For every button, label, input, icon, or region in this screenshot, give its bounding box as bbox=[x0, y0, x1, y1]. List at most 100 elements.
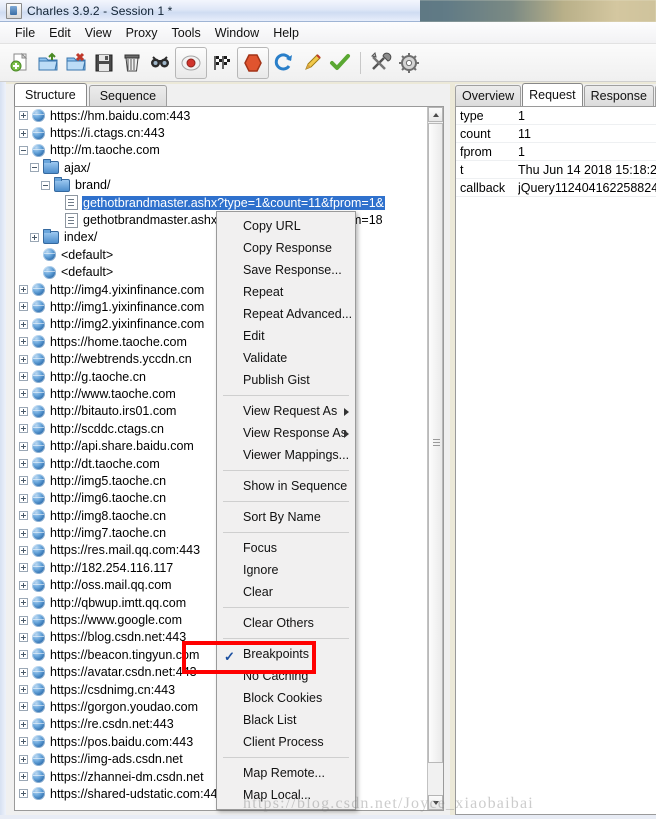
menu-view[interactable]: View bbox=[78, 24, 119, 42]
expand-icon[interactable] bbox=[19, 511, 28, 521]
host-globe-icon bbox=[32, 404, 45, 418]
menu-item-clear-others[interactable]: Clear Others bbox=[217, 612, 355, 634]
tree-node[interactable]: ajax/ bbox=[15, 159, 429, 176]
tree-node[interactable]: https://i.ctags.cn:443 bbox=[15, 124, 429, 141]
expand-icon[interactable] bbox=[19, 754, 28, 764]
menu-item-repeat[interactable]: Repeat bbox=[217, 281, 355, 303]
open-session-icon[interactable] bbox=[34, 48, 62, 78]
compose-icon[interactable] bbox=[298, 48, 326, 78]
collapse-icon[interactable] bbox=[19, 145, 28, 155]
menu-item-viewer-mappings[interactable]: Viewer Mappings... bbox=[217, 444, 355, 466]
tab-sequence[interactable]: Sequence bbox=[88, 85, 168, 106]
menu-item-sort-by-name[interactable]: Sort By Name bbox=[217, 506, 355, 528]
tab-structure[interactable]: Structure bbox=[14, 83, 87, 106]
scroll-up-arrow-icon[interactable] bbox=[428, 107, 443, 122]
menu-item-no-caching[interactable]: No Caching bbox=[217, 665, 355, 687]
clear-session-icon[interactable] bbox=[118, 48, 146, 78]
expand-icon[interactable] bbox=[19, 337, 28, 347]
expand-icon[interactable] bbox=[30, 232, 39, 242]
menu-item-black-list[interactable]: Black List bbox=[217, 709, 355, 731]
tab-overview[interactable]: Overview bbox=[455, 85, 522, 106]
collapse-icon[interactable] bbox=[30, 163, 39, 173]
menu-item-view-response-as[interactable]: View Response As bbox=[217, 422, 355, 444]
menu-item-client-process[interactable]: Client Process bbox=[217, 731, 355, 753]
scroll-thumb[interactable] bbox=[428, 123, 443, 763]
menu-item-map-local[interactable]: Map Local... bbox=[217, 784, 355, 806]
expand-icon[interactable] bbox=[19, 667, 28, 677]
settings-gear-icon[interactable] bbox=[395, 48, 423, 78]
repeat-icon[interactable] bbox=[270, 48, 298, 78]
menu-item-view-request-as[interactable]: View Request As bbox=[217, 400, 355, 422]
menu-item-block-cookies[interactable]: Block Cookies bbox=[217, 687, 355, 709]
expand-icon[interactable] bbox=[19, 493, 28, 503]
expand-icon[interactable] bbox=[19, 563, 28, 573]
expand-icon[interactable] bbox=[19, 545, 28, 555]
menu-window[interactable]: Window bbox=[208, 24, 266, 42]
expand-icon[interactable] bbox=[19, 650, 28, 660]
expand-icon[interactable] bbox=[19, 528, 28, 538]
find-icon[interactable] bbox=[146, 48, 174, 78]
expand-icon[interactable] bbox=[19, 389, 28, 399]
expand-icon[interactable] bbox=[19, 459, 28, 468]
context-menu[interactable]: Copy URL Copy Response Save Response... Rep… bbox=[216, 211, 356, 810]
expand-icon[interactable] bbox=[19, 632, 28, 642]
tree-node-label: https://www.google.com bbox=[50, 613, 183, 628]
collapse-icon[interactable] bbox=[41, 180, 50, 190]
tree-node[interactable]: http://m.taoche.com bbox=[15, 142, 429, 159]
expand-icon[interactable] bbox=[19, 772, 28, 782]
expand-icon[interactable] bbox=[19, 598, 28, 608]
menu-item-validate[interactable]: Validate bbox=[217, 347, 355, 369]
menu-item-repeat-advanced[interactable]: Repeat Advanced... bbox=[217, 303, 355, 325]
menu-file[interactable]: File bbox=[8, 24, 42, 42]
menu-item-publish-gist[interactable]: Publish Gist bbox=[217, 369, 355, 391]
expand-icon[interactable] bbox=[19, 354, 28, 364]
tree-vertical-scrollbar[interactable] bbox=[427, 107, 443, 810]
tree-node[interactable]: gethotbrandmaster.ashx?type=1&count=11&f… bbox=[15, 194, 429, 211]
expand-icon[interactable] bbox=[19, 580, 28, 590]
validate-icon[interactable] bbox=[326, 48, 354, 78]
menu-item-edit[interactable]: Edit bbox=[217, 325, 355, 347]
tree-node[interactable]: https://hm.baidu.com:443 bbox=[15, 107, 429, 124]
tools-icon[interactable] bbox=[367, 48, 395, 78]
sequence-flag-icon[interactable] bbox=[208, 48, 236, 78]
menu-tools[interactable]: Tools bbox=[165, 24, 208, 42]
expand-icon[interactable] bbox=[19, 372, 28, 382]
expand-icon[interactable] bbox=[19, 128, 28, 138]
menu-item-clear[interactable]: Clear bbox=[217, 581, 355, 603]
tree-node[interactable]: brand/ bbox=[15, 176, 429, 194]
throttle-icon[interactable] bbox=[237, 46, 269, 79]
expand-icon[interactable] bbox=[19, 737, 28, 747]
menu-item-breakpoints[interactable]: ✓ Breakpoints bbox=[217, 643, 355, 665]
tab-response[interactable]: Response bbox=[583, 85, 654, 106]
expand-icon[interactable] bbox=[19, 685, 28, 695]
menu-item-show-in-sequence[interactable]: Show in Sequence bbox=[217, 475, 355, 497]
close-session-icon[interactable] bbox=[62, 48, 90, 78]
menu-help[interactable]: Help bbox=[266, 24, 306, 42]
tab-request[interactable]: Request bbox=[522, 83, 583, 106]
expand-icon[interactable] bbox=[19, 441, 28, 451]
scroll-down-arrow-icon[interactable] bbox=[428, 795, 443, 810]
expand-icon[interactable] bbox=[19, 719, 28, 729]
menu-item-copy-url[interactable]: Copy URL bbox=[217, 215, 355, 237]
menu-item-label: Block Cookies bbox=[243, 691, 323, 705]
menu-item-copy-response[interactable]: Copy Response bbox=[217, 237, 355, 259]
expand-icon[interactable] bbox=[19, 424, 28, 434]
new-session-icon[interactable] bbox=[6, 48, 34, 78]
expand-icon[interactable] bbox=[19, 285, 28, 295]
expand-icon[interactable] bbox=[19, 302, 28, 312]
menu-item-focus[interactable]: Focus bbox=[217, 537, 355, 559]
expand-icon[interactable] bbox=[19, 615, 28, 625]
menu-proxy[interactable]: Proxy bbox=[119, 24, 165, 42]
expand-icon[interactable] bbox=[19, 789, 28, 799]
expand-icon[interactable] bbox=[19, 476, 28, 486]
menu-item-map-remote[interactable]: Map Remote... bbox=[217, 762, 355, 784]
menu-item-ignore[interactable]: Ignore bbox=[217, 559, 355, 581]
expand-icon[interactable] bbox=[19, 319, 28, 329]
menu-edit[interactable]: Edit bbox=[42, 24, 78, 42]
menu-item-save-response[interactable]: Save Response... bbox=[217, 259, 355, 281]
expand-icon[interactable] bbox=[19, 702, 28, 712]
save-session-icon[interactable] bbox=[90, 48, 118, 78]
expand-icon[interactable] bbox=[19, 406, 28, 416]
expand-icon[interactable] bbox=[19, 111, 28, 121]
record-icon[interactable] bbox=[175, 46, 207, 79]
